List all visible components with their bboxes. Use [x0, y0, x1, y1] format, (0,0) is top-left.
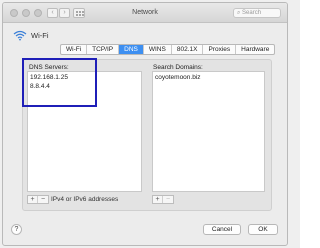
wifi-icon	[13, 30, 27, 40]
search-icon: ⌕	[237, 10, 241, 16]
ok-button[interactable]: OK	[248, 224, 278, 235]
dns-servers-controls: + −	[27, 195, 49, 204]
search-domains-list[interactable]	[152, 71, 265, 192]
title-bar: ‹ › Network ⌕ Search	[3, 3, 287, 23]
remove-dns-server-button[interactable]: −	[38, 196, 48, 203]
annotation-highlight-box	[22, 58, 97, 107]
interface-name: Wi-Fi	[31, 30, 49, 40]
tab-hardware[interactable]: Hardware	[236, 45, 274, 54]
cancel-button[interactable]: Cancel	[203, 224, 241, 235]
search-domains-label: Search Domains:	[153, 64, 203, 71]
tab-bar: Wi-Fi TCP/IP DNS WINS 802.1X Proxies Har…	[60, 44, 276, 55]
help-button[interactable]: ?	[11, 224, 22, 235]
tab-dns[interactable]: DNS	[119, 45, 144, 54]
tab-tcpip[interactable]: TCP/IP	[87, 45, 120, 54]
tab-wins[interactable]: WINS	[144, 45, 172, 54]
tab-wifi[interactable]: Wi-Fi	[61, 45, 88, 54]
tab-8021x[interactable]: 802.1X	[172, 45, 204, 54]
search-domains-controls: + −	[152, 195, 174, 204]
add-dns-server-button[interactable]: +	[28, 196, 38, 203]
tab-proxies[interactable]: Proxies	[203, 45, 237, 54]
interface-header: Wi-Fi	[13, 29, 49, 41]
search-placeholder: Search	[242, 10, 262, 16]
address-format-hint: IPv4 or IPv6 addresses	[51, 196, 119, 203]
network-window: ‹ › Network ⌕ Search Wi-Fi Wi-Fi TCP/IP …	[2, 2, 288, 246]
remove-search-domain-button[interactable]: −	[163, 196, 173, 203]
search-domain-entry[interactable]: coyotemoon.biz	[155, 74, 201, 81]
add-search-domain-button[interactable]: +	[153, 196, 163, 203]
search-field[interactable]: ⌕ Search	[233, 8, 281, 18]
